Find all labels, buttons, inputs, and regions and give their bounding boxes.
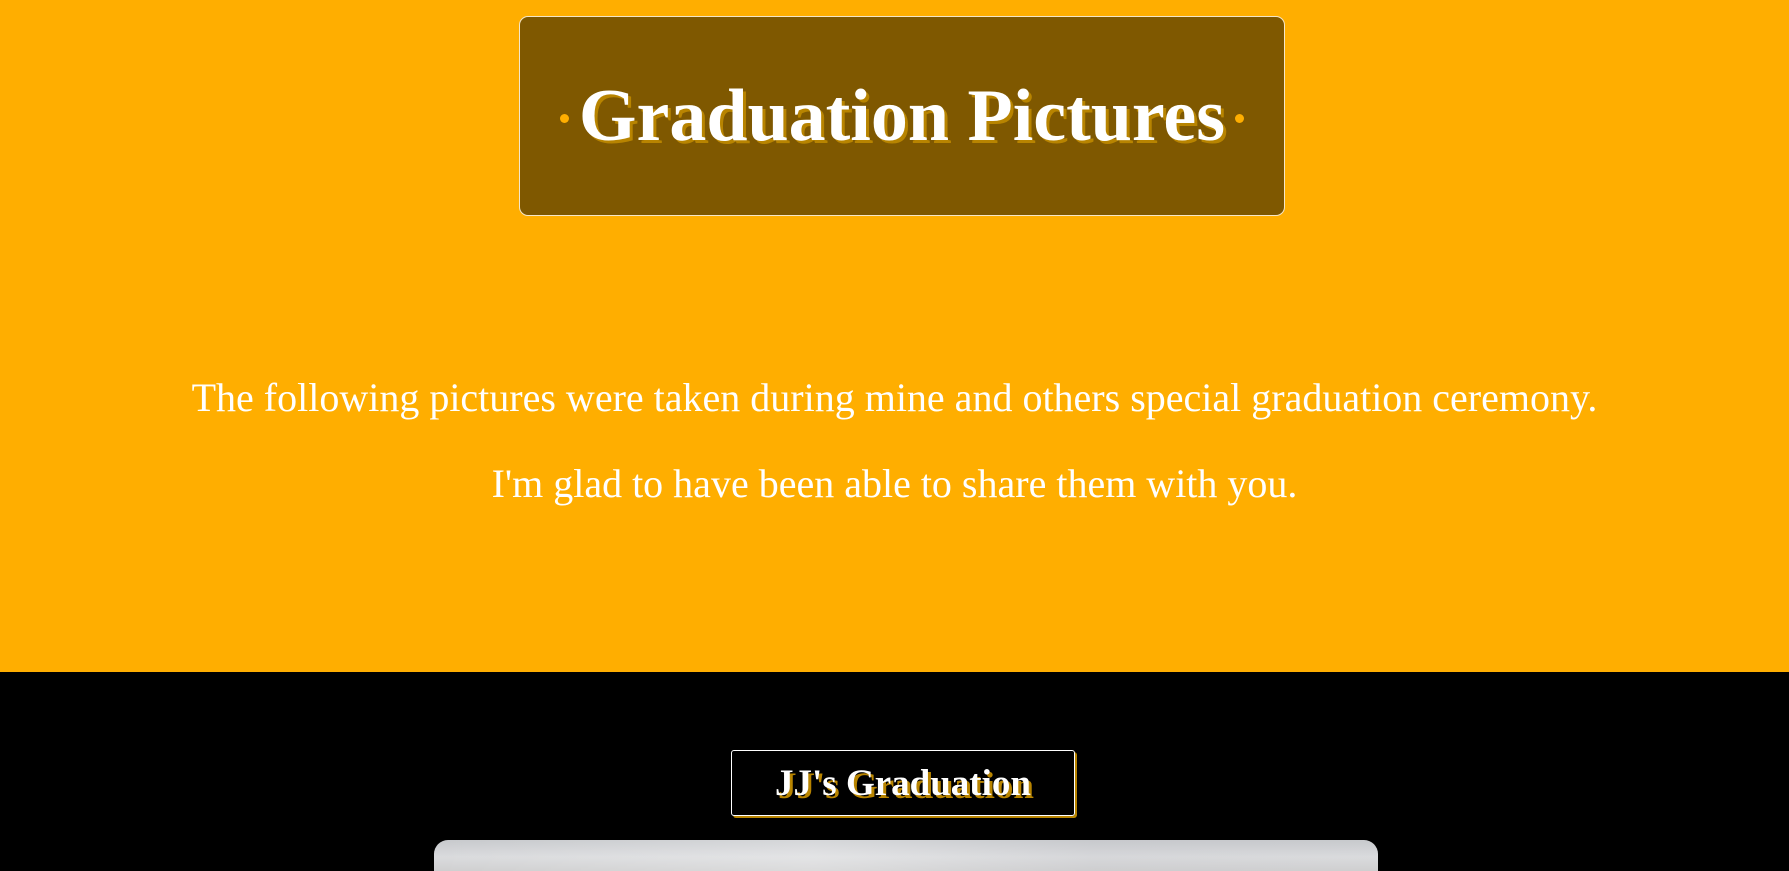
title-banner: Graduation Pictures [519,16,1285,216]
left-bullet-icon [559,113,569,123]
intro-text-line-1: The following pictures were taken during… [191,375,1598,420]
gallery-section-title: JJ's Graduation [775,762,1031,804]
graduation-photo[interactable] [434,840,1378,871]
intro-text-line-2: I'm glad to have been able to share them… [491,461,1298,506]
right-bullet-icon [1235,113,1245,123]
intro-section: Graduation Pictures The following pictur… [0,0,1789,672]
gallery-section-heading: JJ's Graduation [731,750,1075,816]
page-title: Graduation Pictures [578,75,1226,157]
